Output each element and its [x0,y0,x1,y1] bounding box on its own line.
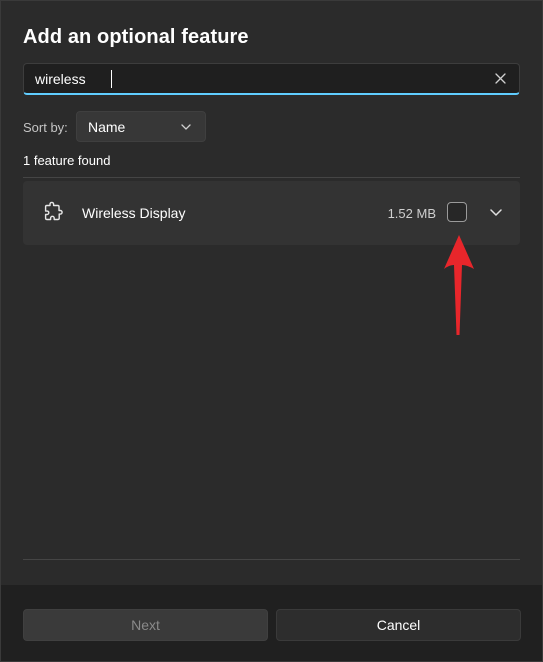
sort-by-label: Sort by: [23,120,68,135]
chevron-down-icon [181,123,191,130]
expand-feature-button[interactable] [485,201,507,223]
text-caret [111,70,112,88]
chevron-down-icon [490,208,502,216]
red-arrow-annotation [444,235,474,335]
results-count: 1 feature found [23,153,111,168]
cancel-button[interactable]: Cancel [276,609,521,641]
dialog-footer: Next Cancel [1,585,542,661]
next-button[interactable]: Next [23,609,268,641]
add-optional-feature-dialog: Add an optional feature Sort by: Name 1 … [0,0,543,662]
sort-by-dropdown[interactable]: Name [76,111,206,142]
feature-checkbox[interactable] [447,202,467,222]
search-box[interactable] [23,63,520,95]
search-input[interactable] [24,63,487,94]
divider [23,177,520,178]
divider [23,559,520,560]
puzzle-piece-icon [44,201,63,221]
sort-selected-value: Name [88,118,126,135]
feature-size: 1.52 MB [387,206,436,221]
clear-search-button[interactable] [487,66,513,92]
dialog-title: Add an optional feature [23,26,249,48]
feature-name: Wireless Display [82,205,186,221]
close-icon [494,73,506,84]
feature-item-wireless-display[interactable]: Wireless Display 1.52 MB [23,181,520,245]
